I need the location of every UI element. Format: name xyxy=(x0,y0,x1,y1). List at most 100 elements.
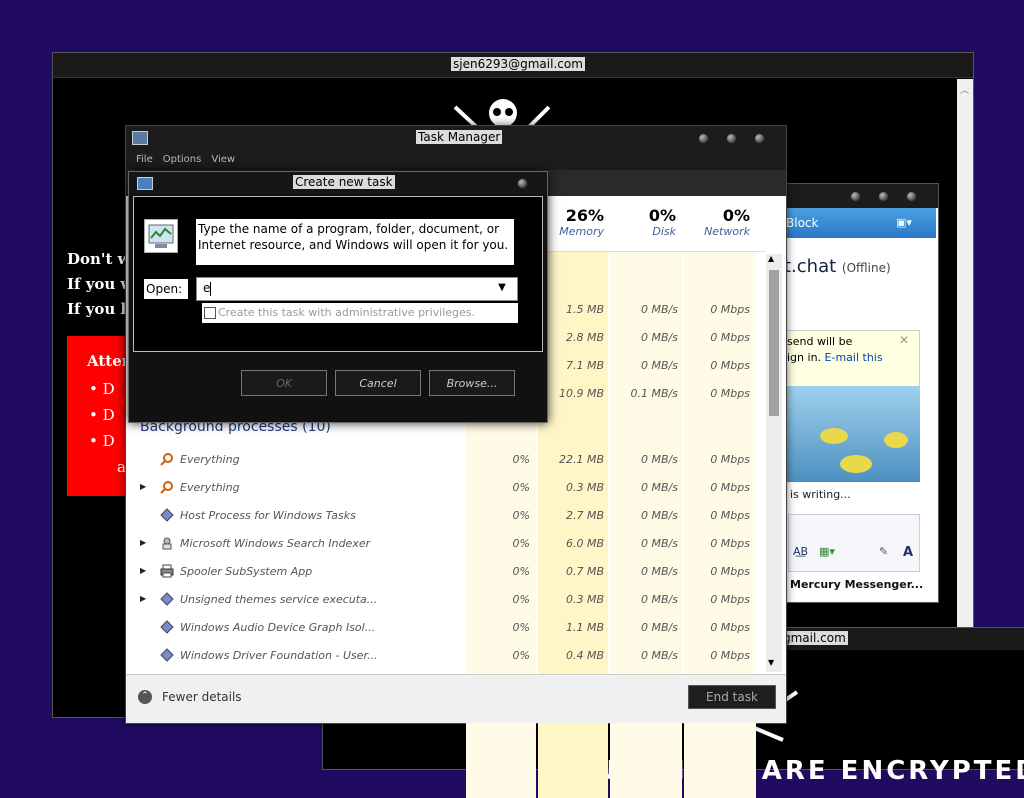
disk-cell: 0.1 MB/s xyxy=(630,387,678,400)
offline-notice: send will be ign in. E-mail this ✕ xyxy=(784,330,920,388)
cancel-button[interactable]: Cancel xyxy=(335,370,421,396)
expand-arrow-icon[interactable]: ▶ xyxy=(140,594,146,603)
process-row[interactable]: ▶ Everything 0% 0.3 MB 0 MB/s 0 Mbps xyxy=(130,474,756,502)
menu-bar: File Options View xyxy=(126,150,786,170)
menu-view[interactable]: View xyxy=(211,154,235,165)
process-row[interactable]: ▶ Spooler SubSystem App 0% 0.7 MB 0 MB/s 0 Mb… xyxy=(130,558,756,586)
cpu-cell: 0% xyxy=(512,593,530,606)
process-name: Unsigned themes service executa... xyxy=(180,593,378,606)
close-button[interactable] xyxy=(906,191,917,202)
expand-arrow-icon[interactable]: ▶ xyxy=(140,566,146,575)
fish-display-picture xyxy=(784,386,920,482)
process-name: Host Process for Windows Tasks xyxy=(180,509,356,522)
scroll-up-icon[interactable]: ︿ xyxy=(960,83,969,96)
attention-bullet-2: • D xyxy=(89,406,115,424)
expand-arrow-icon[interactable]: ▶ xyxy=(140,538,146,547)
admin-checkbox[interactable] xyxy=(204,307,216,319)
messenger-titlebar[interactable] xyxy=(784,184,938,208)
maximize-button[interactable] xyxy=(726,133,737,144)
process-row[interactable]: Windows Driver Foundation - User... 0% 0.4… xyxy=(130,642,756,670)
process-name: Everything xyxy=(180,453,240,466)
cpu-cell: 0% xyxy=(512,453,530,466)
close-button[interactable] xyxy=(754,133,765,144)
ransom-line-2: If you w xyxy=(67,275,134,293)
scroll-thumb[interactable] xyxy=(769,270,779,416)
task-manager-footer: ⌃ Fewer details End task xyxy=(126,674,786,723)
options-menu-icon[interactable]: ▣▾ xyxy=(896,216,912,229)
dialog-title: Create new task xyxy=(293,175,395,189)
run-icon xyxy=(137,177,153,190)
fewer-details-icon[interactable]: ⌃ xyxy=(138,690,152,704)
menu-options[interactable]: Options xyxy=(163,154,202,165)
menu-file[interactable]: File xyxy=(136,154,153,165)
memory-cell: 22.1 MB xyxy=(558,453,604,466)
close-notice-icon[interactable]: ✕ xyxy=(899,333,909,347)
memory-cell: 0.3 MB xyxy=(565,481,604,494)
process-row[interactable]: Everything 0% 22.1 MB 0 MB/s 0 Mbps xyxy=(130,446,756,474)
admin-checkbox-label: Create this task with administrative pri… xyxy=(218,306,476,319)
chat-title: t.chat (Offline) xyxy=(784,256,891,277)
compose-toolbar: A͟B ▦▾ ✎ A xyxy=(788,514,920,572)
search-magnifier-icon xyxy=(160,452,174,466)
scroll-up-icon[interactable]: ▲ xyxy=(768,254,774,263)
disk-cell: 0 MB/s xyxy=(641,331,678,344)
disk-cell: 0 MB/s xyxy=(641,621,678,634)
search-indexer-icon xyxy=(160,536,174,550)
network-column-header[interactable]: 0% Network xyxy=(682,206,750,238)
pen-icon[interactable]: ✎ xyxy=(879,545,888,558)
network-cell: 0 Mbps xyxy=(710,387,750,400)
scroll-down-icon[interactable]: ▼ xyxy=(768,658,774,667)
memory-cell: 1.5 MB xyxy=(565,303,604,316)
cpu-cell: 0% xyxy=(512,509,530,522)
cpu-cell: 0% xyxy=(512,481,530,494)
typing-indicator: is writing... xyxy=(790,488,851,501)
ransom-scrollbar[interactable]: ︿ xyxy=(957,79,973,679)
process-name: Spooler SubSystem App xyxy=(180,565,313,578)
process-row[interactable]: ▶ Unsigned themes service executa... 0% 0.3… xyxy=(130,586,756,614)
messenger-window: Block ▣▾ t.chat (Offline) send will be i… xyxy=(783,183,939,603)
process-name: Microsoft Windows Search Indexer xyxy=(180,537,371,550)
dialog-body: Type the name of a program, folder, docu… xyxy=(133,196,543,352)
process-row[interactable]: Host Process for Windows Tasks 0% 2.7 MB 0 … xyxy=(130,502,756,530)
fewer-details-link[interactable]: Fewer details xyxy=(162,690,242,704)
memory-cell: 1.1 MB xyxy=(565,621,604,634)
email-this-link[interactable]: E-mail this xyxy=(825,351,883,364)
memory-cell: 0.3 MB xyxy=(565,593,604,606)
ok-button[interactable]: OK xyxy=(241,370,327,396)
emoticon-icon[interactable]: ▦▾ xyxy=(819,545,835,558)
dialog-close-button[interactable] xyxy=(517,178,528,189)
minimize-button[interactable] xyxy=(698,133,709,144)
ransom-title: sjen6293@gmail.com xyxy=(451,57,585,71)
minimize-button[interactable] xyxy=(850,191,861,202)
network-cell: 0 Mbps xyxy=(710,481,750,494)
admin-checkbox-row[interactable]: Create this task with administrative pri… xyxy=(202,303,518,323)
task-manager-titlebar[interactable]: Task Manager xyxy=(126,126,786,150)
ransom-titlebar[interactable]: sjen6293@gmail.com xyxy=(53,53,973,78)
dialog-description: Type the name of a program, folder, docu… xyxy=(196,219,514,265)
process-scrollbar[interactable]: ▲ ▼ xyxy=(766,254,782,672)
network-cell: 0 Mbps xyxy=(710,331,750,344)
end-task-button[interactable]: End task xyxy=(688,685,776,709)
dialog-titlebar[interactable]: Create new task xyxy=(129,172,547,194)
text-format-icon[interactable]: A xyxy=(903,545,913,560)
open-label: Open: xyxy=(144,279,188,299)
process-row[interactable]: ▶ Microsoft Windows Search Indexer 0% 6.0 M… xyxy=(130,530,756,558)
process-row[interactable]: Windows Audio Device Graph Isol... 0% 1.1 … xyxy=(130,614,756,642)
disk-column-header[interactable]: 0% Disk xyxy=(610,206,676,238)
cpu-cell: 0% xyxy=(512,565,530,578)
expand-arrow-icon[interactable]: ▶ xyxy=(140,482,146,491)
maximize-button[interactable] xyxy=(878,191,889,202)
chat-status: (Offline) xyxy=(841,261,891,275)
create-task-dialog: Create new task Type the name of a progr… xyxy=(128,171,548,423)
browse-button[interactable]: Browse... xyxy=(429,370,515,396)
disk-cell: 0 MB/s xyxy=(641,359,678,372)
disk-cell: 0 MB/s xyxy=(641,509,678,522)
attention-bullet-1: • D xyxy=(89,380,115,398)
dropdown-arrow-icon[interactable]: ▼ xyxy=(493,279,511,297)
disk-cell: 0 MB/s xyxy=(641,565,678,578)
block-button[interactable]: Block xyxy=(786,216,818,230)
font-icon[interactable]: A͟B xyxy=(793,545,808,558)
network-cell: 0 Mbps xyxy=(710,537,750,550)
open-combobox[interactable]: e ▼ xyxy=(196,277,518,301)
network-cell: 0 Mbps xyxy=(710,359,750,372)
